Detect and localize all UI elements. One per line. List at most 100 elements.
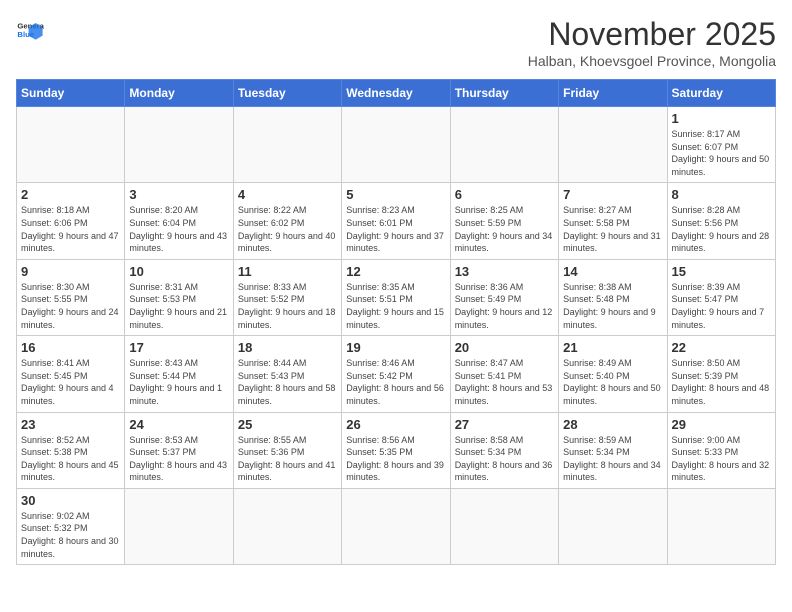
day-number: 5	[346, 187, 445, 202]
cell-content: Sunrise: 8:43 AM Sunset: 5:44 PM Dayligh…	[129, 357, 228, 407]
day-header-tuesday: Tuesday	[233, 80, 341, 107]
day-number: 27	[455, 417, 554, 432]
calendar-cell: 11Sunrise: 8:33 AM Sunset: 5:52 PM Dayli…	[233, 259, 341, 335]
calendar-cell	[125, 488, 233, 564]
calendar-cell	[667, 488, 775, 564]
day-number: 23	[21, 417, 120, 432]
calendar-cell: 18 Sunrise: 8:44 AM Sunset: 5:43 PM Dayli…	[233, 336, 341, 412]
cell-content: Sunrise: 8:44 AM Sunset: 5:43 PM Dayligh…	[238, 357, 337, 407]
day-number: 11	[238, 264, 337, 279]
cell-content: Sunrise: 8:28 AM Sunset: 5:56 PM Dayligh…	[672, 204, 771, 254]
day-number: 2	[21, 187, 120, 202]
cell-content: Sunrise: 9:00 AM Sunset: 5:33 PM Dayligh…	[672, 434, 771, 484]
calendar-week-row: 30Sunrise: 9:02 AM Sunset: 5:32 PM Dayli…	[17, 488, 776, 564]
calendar-cell	[17, 107, 125, 183]
calendar-cell: 8 Sunrise: 8:28 AM Sunset: 5:56 PM Daylig…	[667, 183, 775, 259]
calendar-cell: 29 Sunrise: 9:00 AM Sunset: 5:33 PM Dayli…	[667, 412, 775, 488]
calendar-week-row: 9Sunrise: 8:30 AM Sunset: 5:55 PM Daylig…	[17, 259, 776, 335]
day-header-thursday: Thursday	[450, 80, 558, 107]
day-number: 26	[346, 417, 445, 432]
day-header-friday: Friday	[559, 80, 667, 107]
calendar-week-row: 1Sunrise: 8:17 AM Sunset: 6:07 PM Daylig…	[17, 107, 776, 183]
cell-content: Sunrise: 8:23 AM Sunset: 6:01 PM Dayligh…	[346, 204, 445, 254]
day-number: 3	[129, 187, 228, 202]
calendar-cell: 24Sunrise: 8:53 AM Sunset: 5:37 PM Dayli…	[125, 412, 233, 488]
day-header-monday: Monday	[125, 80, 233, 107]
cell-content: Sunrise: 8:41 AM Sunset: 5:45 PM Dayligh…	[21, 357, 120, 407]
cell-content: Sunrise: 8:59 AM Sunset: 5:34 PM Dayligh…	[563, 434, 662, 484]
logo: General Blue	[16, 16, 44, 44]
cell-content: Sunrise: 8:56 AM Sunset: 5:35 PM Dayligh…	[346, 434, 445, 484]
calendar-cell: 23Sunrise: 8:52 AM Sunset: 5:38 PM Dayli…	[17, 412, 125, 488]
calendar-cell	[233, 488, 341, 564]
calendar-cell	[450, 107, 558, 183]
logo-icon: General Blue	[16, 16, 44, 44]
cell-content: Sunrise: 8:22 AM Sunset: 6:02 PM Dayligh…	[238, 204, 337, 254]
day-number: 25	[238, 417, 337, 432]
cell-content: Sunrise: 8:36 AM Sunset: 5:49 PM Dayligh…	[455, 281, 554, 331]
page-header: General Blue November 2025 Halban, Khoev…	[16, 16, 776, 69]
calendar-cell: 17 Sunrise: 8:43 AM Sunset: 5:44 PM Dayli…	[125, 336, 233, 412]
cell-content: Sunrise: 8:55 AM Sunset: 5:36 PM Dayligh…	[238, 434, 337, 484]
day-header-sunday: Sunday	[17, 80, 125, 107]
calendar-table: SundayMondayTuesdayWednesdayThursdayFrid…	[16, 79, 776, 565]
calendar-cell	[233, 107, 341, 183]
calendar-cell	[125, 107, 233, 183]
calendar-cell: 5 Sunrise: 8:23 AM Sunset: 6:01 PM Daylig…	[342, 183, 450, 259]
calendar-cell	[342, 107, 450, 183]
day-number: 1	[672, 111, 771, 126]
calendar-cell: 15 Sunrise: 8:39 AM Sunset: 5:47 PM Dayli…	[667, 259, 775, 335]
day-number: 4	[238, 187, 337, 202]
day-number: 16	[21, 340, 120, 355]
day-number: 6	[455, 187, 554, 202]
day-number: 17	[129, 340, 228, 355]
day-number: 19	[346, 340, 445, 355]
calendar-week-row: 2 Sunrise: 8:18 AM Sunset: 6:06 PM Daylig…	[17, 183, 776, 259]
day-number: 18	[238, 340, 337, 355]
cell-content: Sunrise: 9:02 AM Sunset: 5:32 PM Dayligh…	[21, 510, 120, 560]
cell-content: Sunrise: 8:30 AM Sunset: 5:55 PM Dayligh…	[21, 281, 120, 331]
day-number: 14	[563, 264, 662, 279]
day-number: 13	[455, 264, 554, 279]
calendar-cell: 10 Sunrise: 8:31 AM Sunset: 5:53 PM Dayli…	[125, 259, 233, 335]
calendar-cell	[559, 107, 667, 183]
day-header-saturday: Saturday	[667, 80, 775, 107]
cell-content: Sunrise: 8:49 AM Sunset: 5:40 PM Dayligh…	[563, 357, 662, 407]
day-number: 29	[672, 417, 771, 432]
calendar-cell: 27 Sunrise: 8:58 AM Sunset: 5:34 PM Dayli…	[450, 412, 558, 488]
day-number: 7	[563, 187, 662, 202]
day-number: 21	[563, 340, 662, 355]
cell-content: Sunrise: 8:58 AM Sunset: 5:34 PM Dayligh…	[455, 434, 554, 484]
cell-content: Sunrise: 8:27 AM Sunset: 5:58 PM Dayligh…	[563, 204, 662, 254]
day-number: 22	[672, 340, 771, 355]
cell-content: Sunrise: 8:18 AM Sunset: 6:06 PM Dayligh…	[21, 204, 120, 254]
calendar-cell: 6Sunrise: 8:25 AM Sunset: 5:59 PM Daylig…	[450, 183, 558, 259]
cell-content: Sunrise: 8:35 AM Sunset: 5:51 PM Dayligh…	[346, 281, 445, 331]
cell-content: Sunrise: 8:20 AM Sunset: 6:04 PM Dayligh…	[129, 204, 228, 254]
cell-content: Sunrise: 8:31 AM Sunset: 5:53 PM Dayligh…	[129, 281, 228, 331]
calendar-cell	[559, 488, 667, 564]
day-number: 15	[672, 264, 771, 279]
title-area: November 2025 Halban, Khoevsgoel Provinc…	[528, 16, 776, 69]
day-number: 28	[563, 417, 662, 432]
cell-content: Sunrise: 8:39 AM Sunset: 5:47 PM Dayligh…	[672, 281, 771, 331]
day-number: 10	[129, 264, 228, 279]
calendar-week-row: 23Sunrise: 8:52 AM Sunset: 5:38 PM Dayli…	[17, 412, 776, 488]
cell-content: Sunrise: 8:47 AM Sunset: 5:41 PM Dayligh…	[455, 357, 554, 407]
calendar-cell: 19 Sunrise: 8:46 AM Sunset: 5:42 PM Dayli…	[342, 336, 450, 412]
calendar-cell: 9Sunrise: 8:30 AM Sunset: 5:55 PM Daylig…	[17, 259, 125, 335]
cell-content: Sunrise: 8:46 AM Sunset: 5:42 PM Dayligh…	[346, 357, 445, 407]
day-header-wednesday: Wednesday	[342, 80, 450, 107]
day-number: 24	[129, 417, 228, 432]
calendar-cell: 28 Sunrise: 8:59 AM Sunset: 5:34 PM Dayli…	[559, 412, 667, 488]
location-title: Halban, Khoevsgoel Province, Mongolia	[528, 53, 776, 69]
calendar-cell: 12 Sunrise: 8:35 AM Sunset: 5:51 PM Dayli…	[342, 259, 450, 335]
calendar-cell: 20Sunrise: 8:47 AM Sunset: 5:41 PM Dayli…	[450, 336, 558, 412]
calendar-cell: 16 Sunrise: 8:41 AM Sunset: 5:45 PM Dayli…	[17, 336, 125, 412]
calendar-cell: 2 Sunrise: 8:18 AM Sunset: 6:06 PM Daylig…	[17, 183, 125, 259]
day-number: 12	[346, 264, 445, 279]
calendar-cell: 21 Sunrise: 8:49 AM Sunset: 5:40 PM Dayli…	[559, 336, 667, 412]
calendar-cell: 4 Sunrise: 8:22 AM Sunset: 6:02 PM Daylig…	[233, 183, 341, 259]
day-number: 8	[672, 187, 771, 202]
calendar-header-row: SundayMondayTuesdayWednesdayThursdayFrid…	[17, 80, 776, 107]
